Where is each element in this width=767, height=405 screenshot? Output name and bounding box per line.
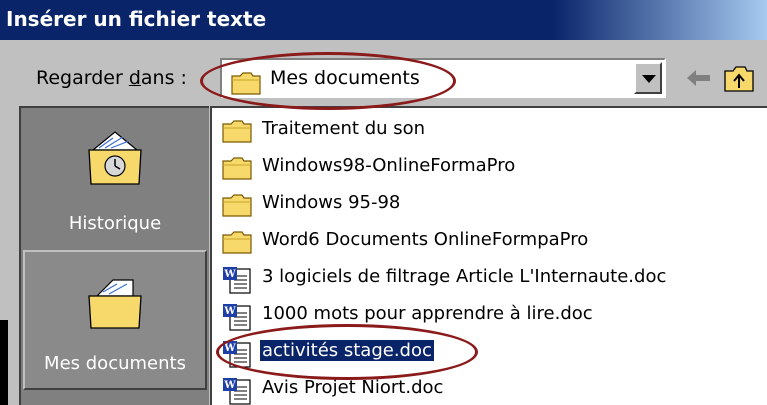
look-in-value: Mes documents (270, 67, 420, 89)
list-item-label: Word6 Documents OnlineFormpaPro (262, 229, 589, 250)
window-title: Insérer un fichier texte (6, 7, 267, 31)
chevron-down-icon[interactable] (634, 62, 662, 94)
places-item-history[interactable]: Historique (23, 108, 207, 248)
my-documents-folder-icon (83, 272, 147, 332)
title-bar: Insérer un fichier texte (0, 0, 767, 40)
places-item-label: Mes documents (44, 353, 186, 374)
folder-icon (222, 118, 252, 146)
folder-icon (222, 229, 252, 257)
list-item-label: Windows 95-98 (262, 192, 401, 213)
look-in-label: Regarder dans : (36, 67, 187, 89)
background-strip (0, 320, 8, 405)
look-in-dropdown[interactable]: Mes documents (220, 58, 666, 98)
folder-icon (222, 192, 252, 220)
list-item-label: Avis Projet Niort.doc (262, 377, 444, 398)
places-bar: Historique Mes documents (19, 106, 209, 405)
list-item-label: Windows98-OnlineFormaPro (262, 155, 516, 176)
file-list[interactable]: Traitement du son Windows98-OnlineFormaP… (210, 106, 767, 405)
back-arrow-icon[interactable] (684, 64, 714, 92)
folder-icon (222, 155, 252, 183)
word-doc-icon (222, 377, 252, 405)
history-folder-icon (83, 128, 147, 188)
list-item-label: activités stage.doc (260, 340, 434, 361)
list-item-label: 3 logiciels de filtrage Article L'Intern… (262, 266, 667, 287)
places-item-my-documents[interactable]: Mes documents (23, 250, 207, 390)
word-doc-icon (222, 303, 252, 331)
list-item-label: 1000 mots pour apprendre à lire.doc (262, 303, 593, 324)
word-doc-icon (222, 340, 252, 368)
up-folder-icon[interactable] (722, 62, 756, 94)
folder-icon (230, 70, 262, 100)
list-item-label: Traitement du son (262, 118, 426, 139)
places-item-label: Historique (68, 213, 162, 234)
word-doc-icon (222, 266, 252, 294)
